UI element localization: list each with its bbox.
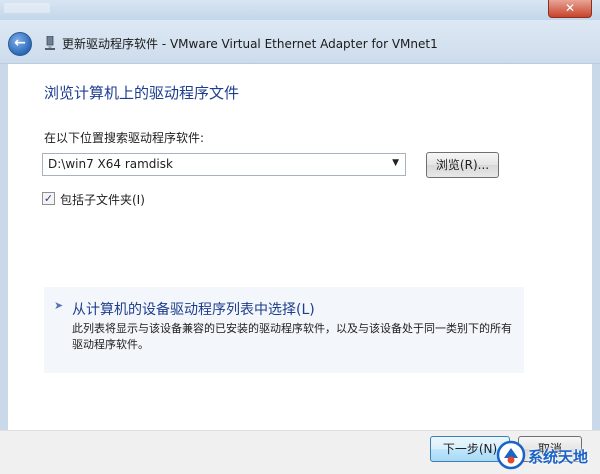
search-location-label: 在以下位置搜索驱动程序软件:: [44, 131, 205, 145]
arrow-right-icon: ➤: [54, 299, 64, 312]
include-subfolders-label[interactable]: 包括子文件夹(I): [60, 191, 145, 208]
pick-from-list-title[interactable]: 从计算机的设备驱动程序列表中选择(L): [72, 299, 315, 319]
title-bar-buttons: [4, 3, 50, 13]
dropdown-arrow-icon[interactable]: ▼: [392, 158, 399, 168]
pick-from-list-option[interactable]: ➤ 从计算机的设备驱动程序列表中选择(L) 此列表将显示与该设备兼容的已安装的驱…: [44, 287, 524, 373]
close-button[interactable]: ✕: [548, 0, 592, 18]
dialog-content: 浏览计算机上的驱动程序文件 在以下位置搜索驱动程序软件: D:\win7 X64…: [8, 64, 592, 430]
window-title: 更新驱动程序软件 - VMware Virtual Ethernet Adapt…: [62, 37, 438, 51]
browse-button[interactable]: 浏览(R)...: [426, 152, 499, 178]
back-arrow-icon[interactable]: ←: [8, 32, 32, 56]
page-heading: 浏览计算机上的驱动程序文件: [44, 84, 240, 102]
driver-path-combobox[interactable]: D:\win7 X64 ramdisk ▼: [42, 153, 406, 176]
watermark-text: 系统天地: [528, 448, 589, 466]
watermark-logo-icon: [496, 440, 526, 470]
include-subfolders-checkbox[interactable]: ✓: [42, 192, 55, 205]
pick-from-list-description: 此列表将显示与该设备兼容的已安装的驱动程序软件，以及与该设备处于同一类别下的所有…: [72, 322, 512, 351]
network-adapter-icon: [45, 36, 55, 50]
navigation-bar: ← 更新驱动程序软件 - VMware Virtual Ethernet Ada…: [0, 20, 600, 64]
title-bar: ✕: [0, 0, 600, 20]
site-watermark: 系统天地: [492, 438, 600, 474]
driver-path-value: D:\win7 X64 ramdisk: [48, 157, 173, 171]
